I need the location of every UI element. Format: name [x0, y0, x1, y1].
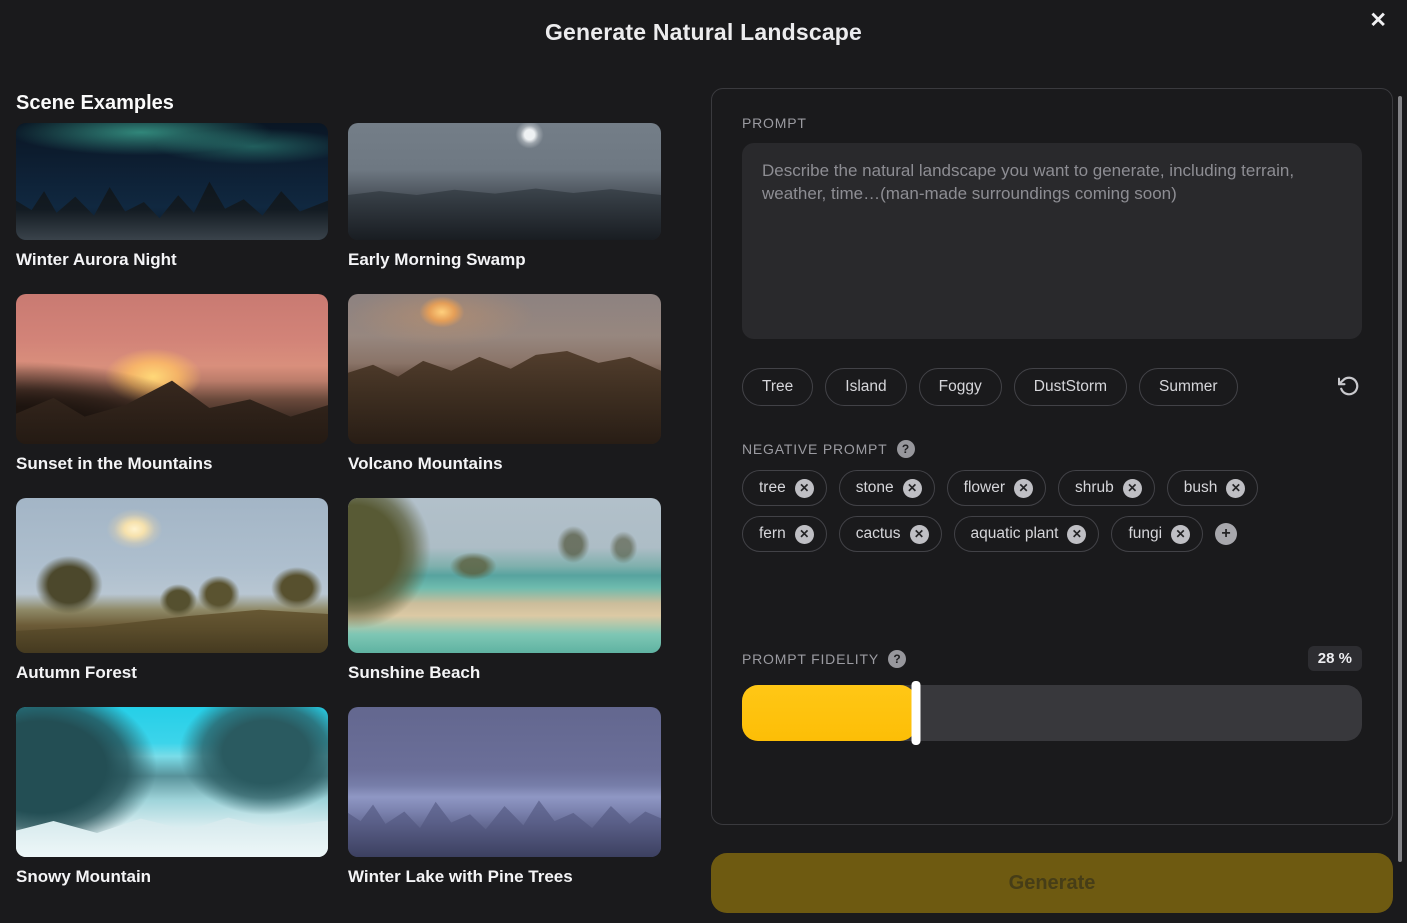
refresh-suggestions-button[interactable]	[1336, 373, 1362, 402]
negative-prompt-help-icon[interactable]: ?	[897, 440, 915, 458]
negative-prompt-label: NEGATIVE PROMPT	[742, 441, 888, 457]
refresh-icon	[1338, 375, 1360, 397]
negative-tag[interactable]: stone ✕	[839, 470, 935, 506]
remove-tag-icon[interactable]: ✕	[1067, 525, 1086, 544]
scene-card[interactable]: Winter Lake with Pine Trees	[348, 707, 661, 887]
negative-prompt-label-row: NEGATIVE PROMPT ?	[742, 440, 1362, 458]
negative-tag[interactable]: bush ✕	[1167, 470, 1259, 506]
scene-card[interactable]: Sunset in the Mountains	[16, 294, 328, 474]
scene-card[interactable]: Autumn Forest	[16, 498, 328, 683]
negative-tag-label: bush	[1184, 479, 1218, 497]
scene-label: Early Morning Swamp	[348, 250, 661, 270]
scene-thumbnail[interactable]	[16, 707, 328, 857]
suggestion-chip[interactable]: Tree	[742, 368, 813, 406]
scene-label: Winter Aurora Night	[16, 250, 328, 270]
negative-tag[interactable]: fern ✕	[742, 516, 827, 552]
scrollbar-thumb[interactable]	[1398, 96, 1402, 862]
remove-tag-icon[interactable]: ✕	[795, 479, 814, 498]
scene-examples-heading: Scene Examples	[16, 92, 661, 115]
scene-thumbnail[interactable]	[348, 123, 661, 240]
negative-tag-label: flower	[964, 479, 1005, 497]
fidelity-label: PROMPT FIDELITY	[742, 651, 879, 667]
prompt-label-row: PROMPT	[742, 115, 1362, 131]
fidelity-slider-fill	[742, 685, 916, 741]
negative-tag-label: shrub	[1075, 479, 1114, 497]
scene-card[interactable]: Winter Aurora Night	[16, 123, 328, 270]
fidelity-slider[interactable]	[742, 685, 1362, 741]
remove-tag-icon[interactable]: ✕	[903, 479, 922, 498]
negative-tag-label: tree	[759, 479, 786, 497]
fidelity-row: PROMPT FIDELITY ? 28 %	[742, 646, 1362, 671]
scene-card[interactable]: Sunshine Beach	[348, 498, 661, 683]
scene-thumbnail[interactable]	[348, 498, 661, 653]
generate-landscape-modal: Generate Natural Landscape ✕ Scene Examp…	[0, 0, 1407, 913]
negative-tag-label: cactus	[856, 525, 901, 543]
close-button[interactable]: ✕	[1359, 4, 1397, 37]
scene-thumbnail[interactable]	[348, 707, 661, 857]
add-tag-button[interactable]: +	[1215, 523, 1237, 545]
scene-label: Autumn Forest	[16, 663, 328, 683]
negative-tag[interactable]: tree ✕	[742, 470, 827, 506]
scene-examples-section: Scene Examples Winter Aurora Night Early…	[16, 64, 661, 913]
scene-grid: Winter Aurora Night Early Morning Swamp …	[16, 123, 661, 911]
remove-tag-icon[interactable]: ✕	[1014, 479, 1033, 498]
scene-label: Sunset in the Mountains	[16, 454, 328, 474]
suggestion-chip[interactable]: Island	[825, 368, 906, 406]
scene-card[interactable]: Snowy Mountain	[16, 707, 328, 887]
suggestion-chip[interactable]: DustStorm	[1014, 368, 1127, 406]
fidelity-slider-handle[interactable]	[911, 681, 920, 745]
negative-tag-label: aquatic plant	[971, 525, 1059, 543]
scene-label: Volcano Mountains	[348, 454, 661, 474]
negative-tag-label: fern	[759, 525, 786, 543]
modal-content: Scene Examples Winter Aurora Night Early…	[0, 64, 1407, 913]
remove-tag-icon[interactable]: ✕	[1123, 479, 1142, 498]
remove-tag-icon[interactable]: ✕	[910, 525, 929, 544]
negative-tag[interactable]: aquatic plant ✕	[954, 516, 1100, 552]
prompt-input[interactable]	[742, 143, 1362, 339]
prompt-section: PROMPT Tree Island Foggy DustStorm	[711, 64, 1393, 913]
negative-tag[interactable]: cactus ✕	[839, 516, 942, 552]
scene-label: Sunshine Beach	[348, 663, 661, 683]
generate-button[interactable]: Generate	[711, 853, 1393, 913]
scene-thumbnail[interactable]	[348, 294, 661, 444]
fidelity-help-icon[interactable]: ?	[888, 650, 906, 668]
fidelity-value-badge: 28 %	[1308, 646, 1362, 671]
scene-card[interactable]: Early Morning Swamp	[348, 123, 661, 270]
suggestion-chip[interactable]: Summer	[1139, 368, 1238, 406]
negative-tag[interactable]: flower ✕	[947, 470, 1046, 506]
prompt-label: PROMPT	[742, 115, 807, 131]
negative-tag-label: fungi	[1128, 525, 1162, 543]
negative-tag-label: stone	[856, 479, 894, 497]
remove-tag-icon[interactable]: ✕	[1226, 479, 1245, 498]
scene-thumbnail[interactable]	[16, 498, 328, 653]
modal-title: Generate Natural Landscape	[545, 19, 862, 46]
scene-thumbnail[interactable]	[16, 123, 328, 240]
scene-thumbnail[interactable]	[16, 294, 328, 444]
negative-tags-wrap: tree ✕ stone ✕ flower ✕	[742, 470, 1302, 552]
close-icon: ✕	[1369, 9, 1387, 32]
negative-tag[interactable]: shrub ✕	[1058, 470, 1155, 506]
remove-tag-icon[interactable]: ✕	[1171, 525, 1190, 544]
modal-header: Generate Natural Landscape ✕	[0, 0, 1407, 64]
prompt-panel: PROMPT Tree Island Foggy DustStorm	[711, 88, 1393, 825]
scene-label: Snowy Mountain	[16, 867, 328, 887]
suggestion-chip[interactable]: Foggy	[919, 368, 1002, 406]
remove-tag-icon[interactable]: ✕	[795, 525, 814, 544]
negative-tag[interactable]: fungi ✕	[1111, 516, 1203, 552]
prompt-suggestions-row: Tree Island Foggy DustStorm Summer	[742, 368, 1362, 406]
fidelity-label-row: PROMPT FIDELITY ?	[742, 650, 906, 668]
scene-label: Winter Lake with Pine Trees	[348, 867, 661, 887]
scene-card[interactable]: Volcano Mountains	[348, 294, 661, 474]
